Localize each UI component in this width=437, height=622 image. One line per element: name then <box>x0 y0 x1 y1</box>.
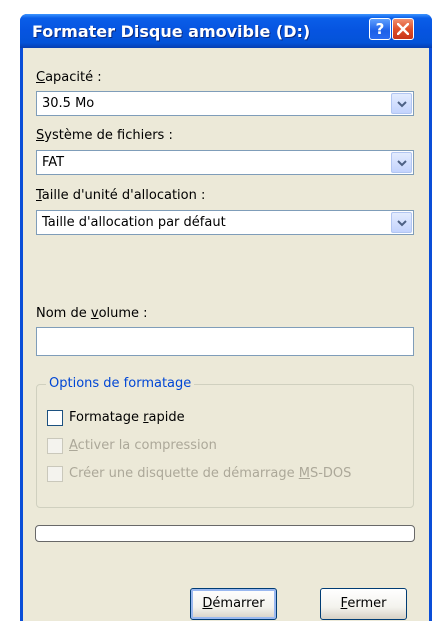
capacity-dropdown-arrow[interactable] <box>391 93 412 114</box>
allocation-dropdown[interactable]: Taille d'allocation par défaut <box>36 210 414 235</box>
close-window-button[interactable] <box>392 18 414 40</box>
filesystem-value: FAT <box>42 155 65 170</box>
format-dialog: Formater Disque amovible (D:) ? Capacité… <box>20 14 432 621</box>
volume-name-input[interactable] <box>36 327 414 356</box>
filesystem-dropdown-arrow[interactable] <box>391 152 412 173</box>
help-icon: ? <box>375 20 385 38</box>
format-options-legend: Options de formatage <box>46 376 195 391</box>
help-button[interactable]: ? <box>369 18 391 40</box>
quick-format-label: Formatage rapide <box>69 410 185 425</box>
capacity-label-text: apacité : <box>45 70 102 85</box>
capacity-dropdown[interactable]: 30.5 Mo <box>36 91 414 116</box>
volume-label: Nom de volume : <box>36 306 148 321</box>
capacity-label: Capacité : <box>36 70 102 85</box>
chevron-down-icon <box>397 220 407 227</box>
format-progress-bar <box>35 525 415 542</box>
allocation-dropdown-arrow[interactable] <box>391 212 412 233</box>
close-button[interactable]: Fermer <box>320 588 407 620</box>
quick-format-checkbox[interactable] <box>47 410 63 426</box>
format-options-group: Options de formatage Formatage rapide Ac… <box>36 376 414 508</box>
allocation-label: Taille d'unité d'allocation : <box>36 188 206 203</box>
dialog-body: Capacité : 30.5 Mo Système de fichiers :… <box>23 48 429 621</box>
boot-disk-checkbox <box>47 466 63 482</box>
chevron-down-icon <box>397 160 407 167</box>
filesystem-label-text: ystème de fichiers : <box>44 128 173 143</box>
volume-label-accel: v <box>90 306 99 321</box>
close-icon <box>397 23 409 35</box>
volume-label-prefix: Nom de <box>36 306 91 321</box>
capacity-value: 30.5 Mo <box>42 96 95 111</box>
compression-checkbox <box>47 438 63 454</box>
chevron-down-icon <box>397 101 407 108</box>
start-button[interactable]: Démarrer <box>190 588 277 620</box>
volume-label-suffix: olume : <box>98 306 148 321</box>
title-bar[interactable]: Formater Disque amovible (D:) ? <box>20 14 432 48</box>
compression-label: Activer la compression <box>69 438 217 453</box>
window-title: Formater Disque amovible (D:) <box>32 22 311 41</box>
allocation-label-text: aille d'unité d'allocation : <box>41 188 206 203</box>
filesystem-dropdown[interactable]: FAT <box>36 150 414 175</box>
filesystem-label: Système de fichiers : <box>36 128 173 143</box>
boot-disk-label: Créer une disquette de démarrage MS-DOS <box>69 466 352 481</box>
allocation-value: Taille d'allocation par défaut <box>42 215 226 230</box>
